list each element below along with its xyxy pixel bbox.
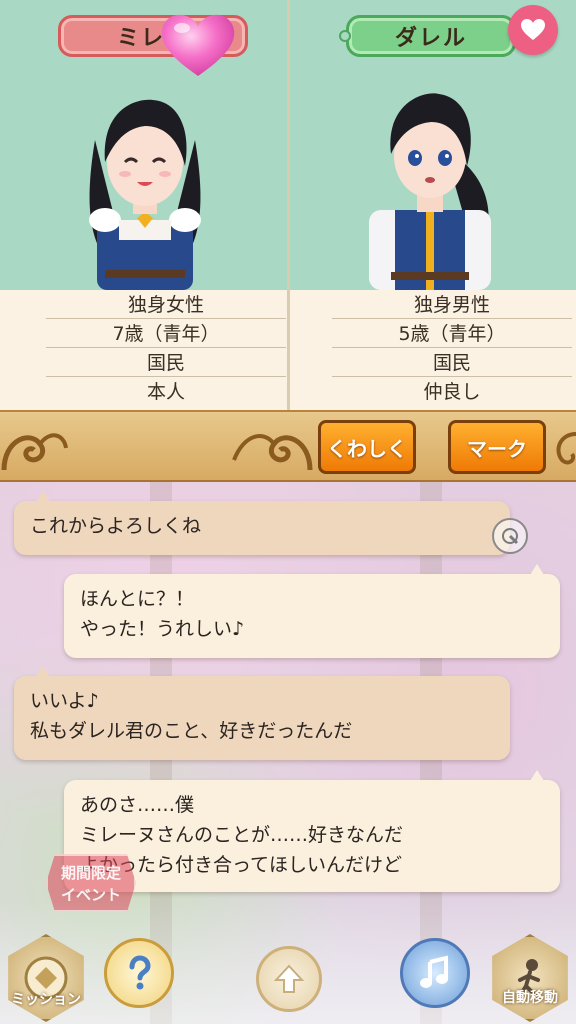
- expand-up-button[interactable]: [256, 946, 322, 1012]
- heart-icon: [161, 14, 235, 76]
- chat-line: やった！うれしい♪: [80, 618, 245, 640]
- column-divider: [287, 0, 290, 410]
- heart-icon: [521, 19, 545, 40]
- right-status: 独身男性: [332, 290, 572, 319]
- chat-line: あのさ……僕: [80, 794, 195, 816]
- left-relation: 本人: [146, 381, 185, 403]
- left-nationality: 国民: [46, 348, 286, 377]
- chat-bubble-right: ほんとに？！ やった！うれしい♪: [64, 564, 560, 658]
- ornament-icon: [556, 432, 576, 465]
- ornament-icon: [232, 434, 313, 471]
- chat-line: 私もダレル君のこと、好きだったんだ: [30, 720, 353, 742]
- question-icon: [129, 955, 151, 990]
- conversation-area: これからよろしくね ほんとに？！ やった！うれしい♪ いいよ♪ 私もダレル君のこ…: [0, 482, 576, 1024]
- male-character-avatar[interactable]: [355, 70, 505, 290]
- chat-line: いいよ♪: [30, 690, 99, 712]
- left-info-column: 独身女性 7歳（青年） 国民 本人: [46, 290, 286, 406]
- bubble-tail: [36, 666, 50, 677]
- chat-bubble-left: いいよ♪ 私もダレル君のこと、好きだったんだ: [14, 666, 510, 760]
- event-label-line: イベント: [60, 886, 121, 904]
- favorite-button[interactable]: [508, 5, 558, 55]
- chat-bubble-left: これからよろしくね: [14, 491, 510, 555]
- chat-line: ほんとに？！: [80, 588, 195, 610]
- bubble-tail: [36, 491, 50, 502]
- action-bar: くわしく マーク: [0, 410, 576, 482]
- details-button[interactable]: くわしく: [318, 420, 416, 474]
- auto-move-label: 自動移動: [502, 990, 558, 1006]
- ar-bubble-icon: [502, 528, 519, 545]
- ar-bubble-icon[interactable]: [492, 518, 528, 554]
- right-name: ダレル: [394, 26, 467, 51]
- chat-bubble-right: あのさ……僕 ミレーヌさんのことが……好きなんだ よかったら付き合ってほしいんだ…: [64, 770, 560, 892]
- right-nationality: 国民: [332, 348, 572, 377]
- right-relation: 仲良し: [423, 381, 481, 403]
- right-info-column: 独身男性 5歳（青年） 国民 仲良し: [332, 290, 572, 406]
- female-character-avatar[interactable]: [75, 70, 215, 290]
- left-status: 独身女性: [46, 290, 286, 319]
- character-portraits: ミレー ダレル: [0, 0, 576, 410]
- bubble-tail: [530, 770, 544, 781]
- chat-line: ミレーヌさんのことが……好きなんだ: [80, 824, 404, 846]
- chat-line: よかったら付き合ってほしいんだけど: [80, 854, 403, 876]
- chat-line: これからよろしくね: [30, 515, 202, 537]
- left-age: 7歳（青年）: [46, 319, 286, 348]
- bubble-tail: [530, 564, 544, 575]
- mark-button[interactable]: マーク: [448, 420, 546, 474]
- right-name-tag: ダレル: [339, 15, 516, 57]
- music-note-icon: [420, 955, 448, 988]
- limited-event-badge[interactable]: 期間限定 イベント: [46, 854, 136, 912]
- up-arrow-icon: [273, 964, 305, 993]
- help-button[interactable]: [104, 938, 174, 1008]
- tag-hole: [339, 30, 351, 42]
- ornament-icon: [1, 433, 68, 471]
- right-age: 5歳（青年）: [332, 319, 572, 348]
- music-button[interactable]: [400, 938, 470, 1008]
- event-label-line: 期間限定: [60, 864, 121, 882]
